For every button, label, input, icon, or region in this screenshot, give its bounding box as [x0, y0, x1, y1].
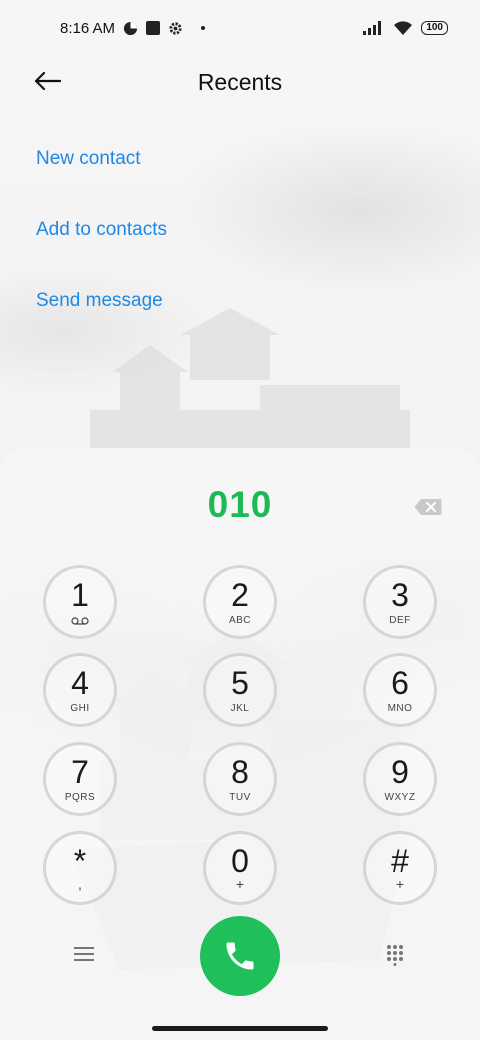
key-letters: TUV [229, 791, 251, 803]
key-letters: GHI [70, 702, 90, 714]
key-letters: PQRS [64, 791, 96, 803]
dialer-bottom-bar [0, 912, 480, 1002]
dial-key-6[interactable]: 6 MNO [363, 653, 437, 727]
dialpad-grid-icon [387, 945, 403, 966]
dial-key-8[interactable]: 8 TUV [203, 742, 277, 816]
key-digit: 1 [71, 577, 89, 613]
key-letters: MNO [387, 702, 413, 714]
key-sub-label: , [78, 876, 82, 892]
dot-icon [201, 26, 206, 30]
menu-icon [74, 947, 94, 961]
dial-key-0[interactable]: 0 + [203, 831, 277, 905]
dial-key-7[interactable]: 7 PQRS [43, 742, 117, 816]
key-digit: 6 [391, 664, 409, 701]
signal-icon [363, 21, 382, 35]
dial-key-9[interactable]: 9 WXYZ [363, 742, 437, 816]
menu-button[interactable] [74, 946, 94, 962]
arrow-left-icon [34, 71, 61, 91]
settings-icon [169, 21, 182, 35]
key-digit: * [73, 843, 87, 879]
key-letters: DEF [389, 614, 411, 626]
call-button[interactable] [200, 916, 280, 996]
data-saver-icon [123, 21, 138, 35]
key-sub-label: + [235, 876, 245, 892]
header: Recents [0, 56, 480, 108]
back-button[interactable] [30, 66, 64, 96]
dial-key-star[interactable]: * , [43, 831, 117, 905]
key-digit: 4 [71, 664, 89, 701]
backspace-button[interactable] [414, 498, 442, 516]
key-digit: 2 [231, 576, 249, 613]
key-sub-label: + [395, 876, 405, 892]
key-digit: 8 [231, 753, 249, 790]
dial-key-1[interactable]: 1 [43, 565, 117, 639]
dial-key-2[interactable]: 2 ABC [203, 565, 277, 639]
square-notification-icon [146, 21, 161, 35]
key-digit: 0 [231, 843, 249, 879]
battery-icon: 100 [421, 21, 448, 35]
status-bar: 8:16 AM 100 [0, 0, 480, 56]
key-letters: WXYZ [384, 791, 416, 803]
key-digit: 3 [391, 576, 409, 613]
voicemail-icon [71, 617, 89, 625]
add-to-contacts-link[interactable]: Add to contacts [36, 219, 167, 241]
dialed-number: 010 [207, 484, 273, 525]
key-digit: # [391, 843, 409, 879]
key-digit: 5 [231, 664, 249, 701]
page-title: Recents [197, 68, 283, 95]
send-message-link[interactable]: Send message [36, 290, 163, 312]
dial-key-hash[interactable]: # + [363, 831, 437, 905]
dialpad-toggle-button[interactable] [386, 944, 404, 966]
dial-key-3[interactable]: 3 DEF [363, 565, 437, 639]
key-letters: JKL [230, 702, 250, 714]
phone-icon [226, 942, 254, 970]
key-letters: ABC [228, 614, 252, 626]
home-indicator[interactable] [152, 1026, 328, 1031]
status-time: 8:16 AM [60, 19, 116, 37]
wifi-icon [394, 20, 413, 35]
backspace-icon [414, 499, 442, 515]
new-contact-link[interactable]: New contact [36, 148, 141, 170]
key-digit: 7 [71, 753, 89, 790]
dial-key-4[interactable]: 4 GHI [43, 653, 117, 727]
key-digit: 9 [391, 753, 409, 790]
dial-key-5[interactable]: 5 JKL [203, 653, 277, 727]
